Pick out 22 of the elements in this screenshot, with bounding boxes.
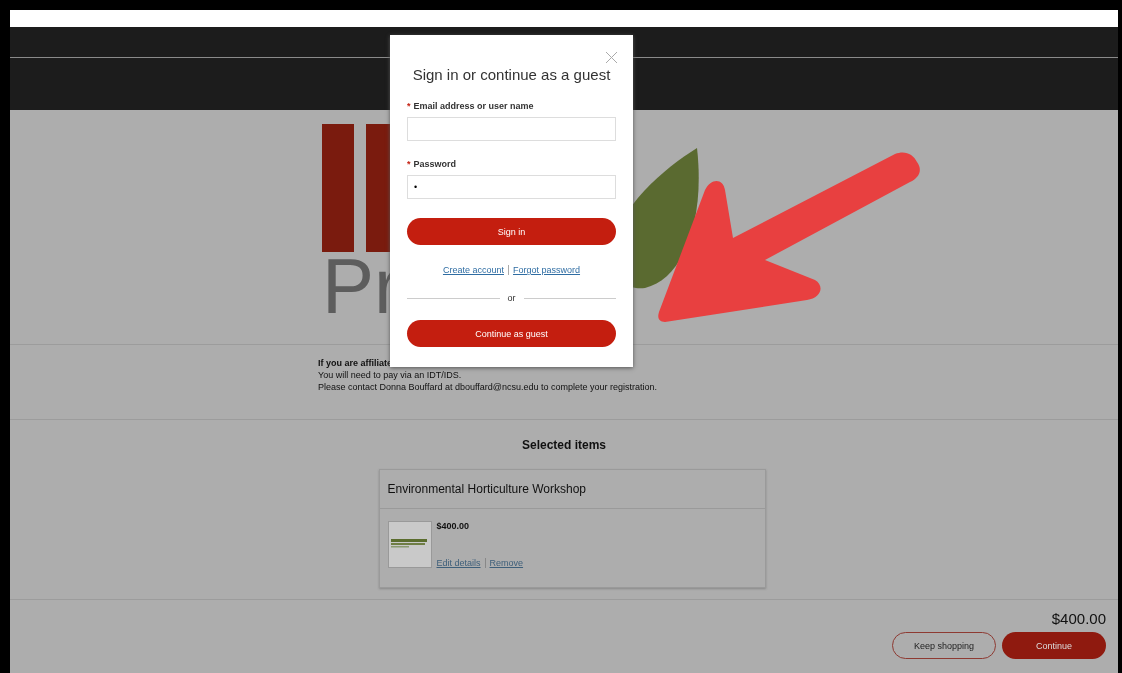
item-link[interactable]: Edit details <box>436 558 485 568</box>
item-link[interactable]: Remove <box>484 558 528 568</box>
dialog-title: Sign in or continue as a guest <box>411 66 612 83</box>
input-field[interactable]: • <box>407 175 616 199</box>
notice-text: Please contact Donna Bouffard at dbouffard@ncsu.edu to complete your registration. <box>318 381 658 393</box>
dialog-link[interactable]: Create account <box>438 265 508 275</box>
continue-button[interactable]: Continue <box>1002 632 1106 659</box>
logo-text: Pr <box>322 256 400 316</box>
field-label: * Email address or user name <box>407 101 535 111</box>
guest-button[interactable]: Continue as guest <box>407 320 616 347</box>
item-price: $400.00 <box>436 521 471 531</box>
sign-in-button[interactable]: Sign in <box>407 218 616 245</box>
item-title: Environmental Horticulture Workshop <box>379 470 765 509</box>
field-label: * Password <box>407 159 458 169</box>
or-separator: or <box>507 293 516 303</box>
keep-shopping-button[interactable]: Keep shopping <box>892 632 996 659</box>
input-field[interactable] <box>407 117 616 141</box>
notice-text: You will need to pay via an IDT/IDS. <box>318 369 463 381</box>
close-icon[interactable] <box>606 52 617 63</box>
section-title: Selected items <box>521 438 606 452</box>
dialog-link[interactable]: Forgot password <box>508 265 585 275</box>
total-price: $400.00 <box>1051 610 1106 627</box>
